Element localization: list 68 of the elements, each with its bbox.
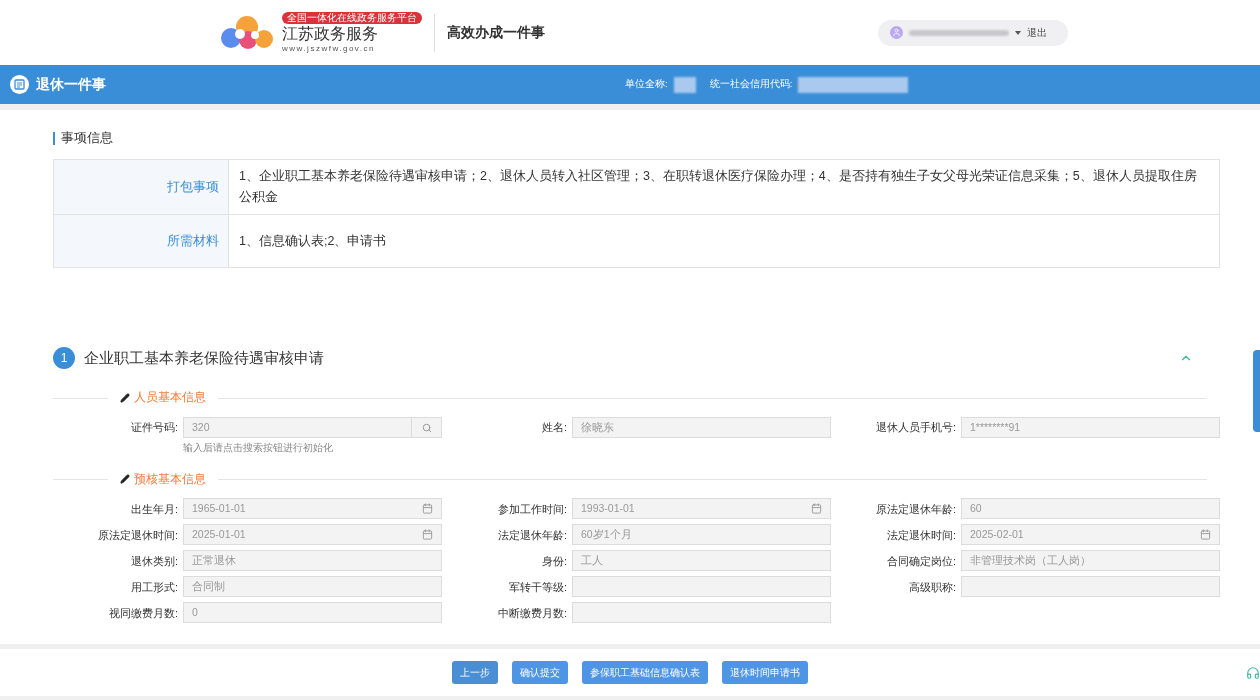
group-title: 预核基本信息 [134,471,206,487]
caret-icon [1015,30,1021,35]
action-button[interactable]: 参保职工基础信息确认表 [582,661,708,684]
user-icon [892,28,901,37]
input-field[interactable]: 1********91 [961,417,1220,438]
headset-icon[interactable] [1246,665,1260,680]
input-field[interactable]: 2025-02-01 [961,524,1220,546]
action-button[interactable]: 上一步 [452,661,498,684]
field-label: 原法定退休时间: [96,527,178,543]
input-field[interactable]: 60岁1个月 [572,524,831,546]
calendar-icon[interactable] [1200,529,1211,541]
site-url: www.jszwfw.gov.cn [282,43,376,54]
row-value: 1、信息确认表;2、申请书 [239,232,387,250]
input-field[interactable]: 徐晓东 [572,417,831,438]
search-icon [421,422,432,433]
input-field[interactable]: 正常退休 [183,550,442,572]
field-label: 用工形式: [129,579,178,595]
section-title: 企业职工基本养老保险待遇审核申请 [84,347,324,368]
unit-label: 单位全称: [625,77,668,92]
field-label: 原法定退休年龄: [874,501,956,517]
site-name: 江苏政务服务 [282,23,379,44]
field-label: 退休人员手机号: [874,420,956,436]
field-label: 证件号码: [129,420,178,436]
field-label: 视同缴费月数: [107,605,178,621]
field-label: 身份: [540,553,567,569]
field-label: 姓名: [540,420,567,436]
field-label: 参加工作时间: [496,501,567,517]
page-title: 退休一件事 [36,75,106,94]
input-field[interactable]: 60 [961,498,1220,520]
field-label: 出生年月: [129,501,178,517]
input-field[interactable]: 320 [183,417,442,438]
row-label: 所需材料 [167,232,219,250]
pencil-icon [120,474,130,485]
field-label: 退休类别: [129,553,178,569]
field-label: 中断缴费月数: [496,605,567,621]
input-field[interactable] [572,576,831,598]
pencil-icon [120,393,130,403]
app-title: 高效办成一件事 [447,23,545,42]
group-title: 人员基本信息 [134,390,206,406]
field-label: 合同确定岗位: [885,553,956,569]
action-button[interactable]: 确认提交 [512,661,568,684]
credit-code-label: 统一社会信用代码: [709,77,793,92]
calendar-icon[interactable] [422,503,433,515]
input-field[interactable]: 非管理技术岗（工人岗） [961,550,1220,572]
field-label: 军转干等级: [507,579,567,595]
row-value: 1、企业职工基本养老保险待遇审核申请；2、退休人员转入社区管理；3、在职转退休医疗保险办理；4、是否持有独生子女父母光荣证信息采集；5、退休人员提取住房公积金 [239,168,1198,206]
input-field[interactable] [961,576,1220,598]
input-field[interactable]: 1965-01-01 [183,498,442,520]
section-heading: 事项信息 [61,129,113,148]
platform-badge: 全国一体化在线政务服务平台 [282,11,422,24]
row-label: 打包事项 [167,178,219,196]
input-field[interactable]: 0 [183,602,442,624]
input-field[interactable]: 合同制 [183,576,442,598]
action-button[interactable]: 退休时间申请书 [722,661,808,684]
input-field[interactable]: 工人 [572,550,831,572]
list-icon [14,79,25,90]
calendar-icon[interactable] [811,503,822,515]
input-field[interactable]: 2025-01-01 [183,524,442,546]
field-label: 法定退休年龄: [496,527,567,543]
calendar-icon[interactable] [422,529,433,541]
step-number: 1 [53,347,75,369]
user-menu[interactable]: 退出 [878,19,1068,46]
hint-text: 输入后请点击搜索按钮进行初始化 [183,441,334,455]
input-field[interactable] [572,602,831,624]
input-field[interactable]: 1993-01-01 [572,498,831,520]
field-label: 高级职称: [907,579,956,595]
logout-link[interactable]: 退出 [1027,25,1047,40]
field-label: 法定退休时间: [885,527,956,543]
